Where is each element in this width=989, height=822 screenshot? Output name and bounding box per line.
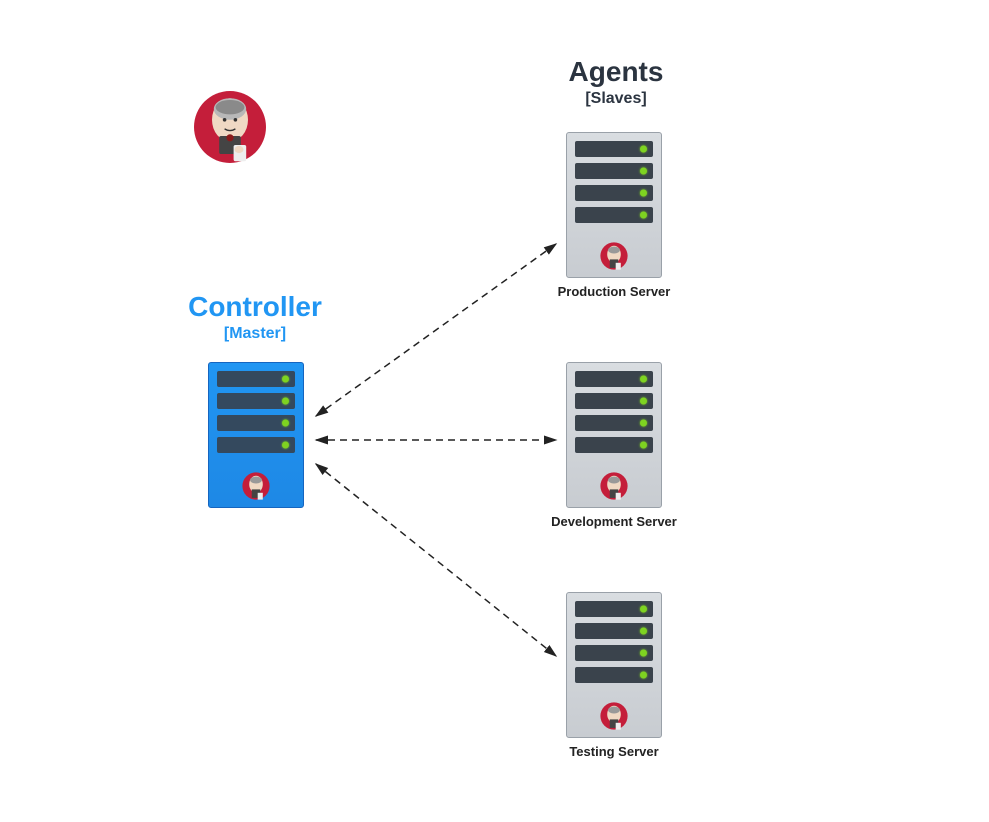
controller-title-block: Controller [Master] [175,291,335,343]
production-server [566,132,662,278]
server-slot [575,415,653,431]
jenkins-mascot-icon [597,699,631,733]
server-slot [575,141,653,157]
production-server-label: Production Server [534,284,694,299]
jenkins-logo-icon [185,82,275,172]
agents-title-block: Agents [Slaves] [536,56,696,108]
server-slot [575,437,653,453]
connection-line [316,244,556,416]
server-slot [217,371,295,387]
server-slot [575,645,653,661]
server-slot [575,185,653,201]
testing-server-label: Testing Server [534,744,694,759]
connection-line [316,464,556,656]
connections-svg [0,0,989,822]
server-slot [575,371,653,387]
development-server [566,362,662,508]
server-slot [575,163,653,179]
agents-title: Agents [536,56,696,88]
server-slot [217,393,295,409]
server-slot [575,207,653,223]
server-slot [575,667,653,683]
controller-subtitle: [Master] [175,325,335,343]
agents-subtitle: [Slaves] [536,90,696,108]
development-server-label: Development Server [534,514,694,529]
controller-server [208,362,304,508]
server-slot [575,601,653,617]
testing-server [566,592,662,738]
jenkins-mascot-icon [597,469,631,503]
controller-title: Controller [175,291,335,323]
jenkins-mascot-icon [597,239,631,273]
jenkins-mascot-icon [239,469,273,503]
server-slot [575,393,653,409]
server-slot [217,415,295,431]
server-slot [575,623,653,639]
server-slot [217,437,295,453]
